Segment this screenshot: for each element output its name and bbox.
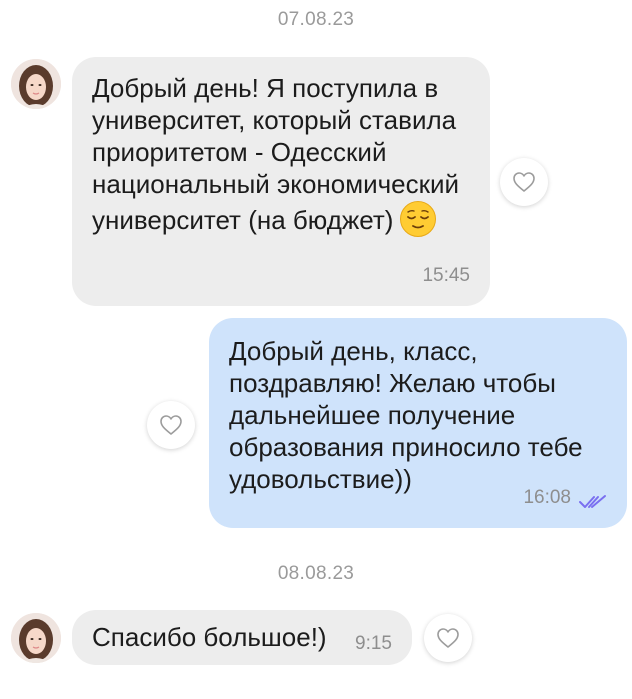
heart-outline-icon: [437, 628, 459, 648]
message-bubble-incoming[interactable]: Спасибо большое!) 9:15: [72, 610, 412, 665]
message-text: Добрый день, класс, поздравляю! Желаю чт…: [229, 336, 583, 494]
date-separator: 08.08.23: [277, 563, 355, 584]
like-button[interactable]: [424, 614, 472, 662]
heart-outline-icon: [513, 172, 535, 192]
double-check-icon: [579, 495, 606, 508]
heart-outline-icon: [160, 415, 182, 435]
message-time: 16:08: [523, 487, 571, 508]
contact-avatar[interactable]: [11, 613, 61, 663]
contact-avatar[interactable]: [11, 59, 61, 109]
message-text: Добрый день! Я поступила в университет, …: [92, 72, 472, 238]
like-button[interactable]: [147, 401, 195, 449]
like-button[interactable]: [500, 158, 548, 206]
message-bubble-outgoing[interactable]: Добрый день, класс, поздравляю! Желаю чт…: [209, 318, 627, 528]
message-bubble-incoming[interactable]: Добрый день! Я поступила в университет, …: [72, 57, 490, 306]
message-time: 9:15: [355, 633, 392, 654]
relieved-face-emoji-icon: [399, 200, 437, 238]
message-text: Спасибо большое!): [92, 622, 327, 652]
date-separator: 07.08.23: [277, 9, 355, 30]
message-time: 15:45: [422, 265, 470, 286]
